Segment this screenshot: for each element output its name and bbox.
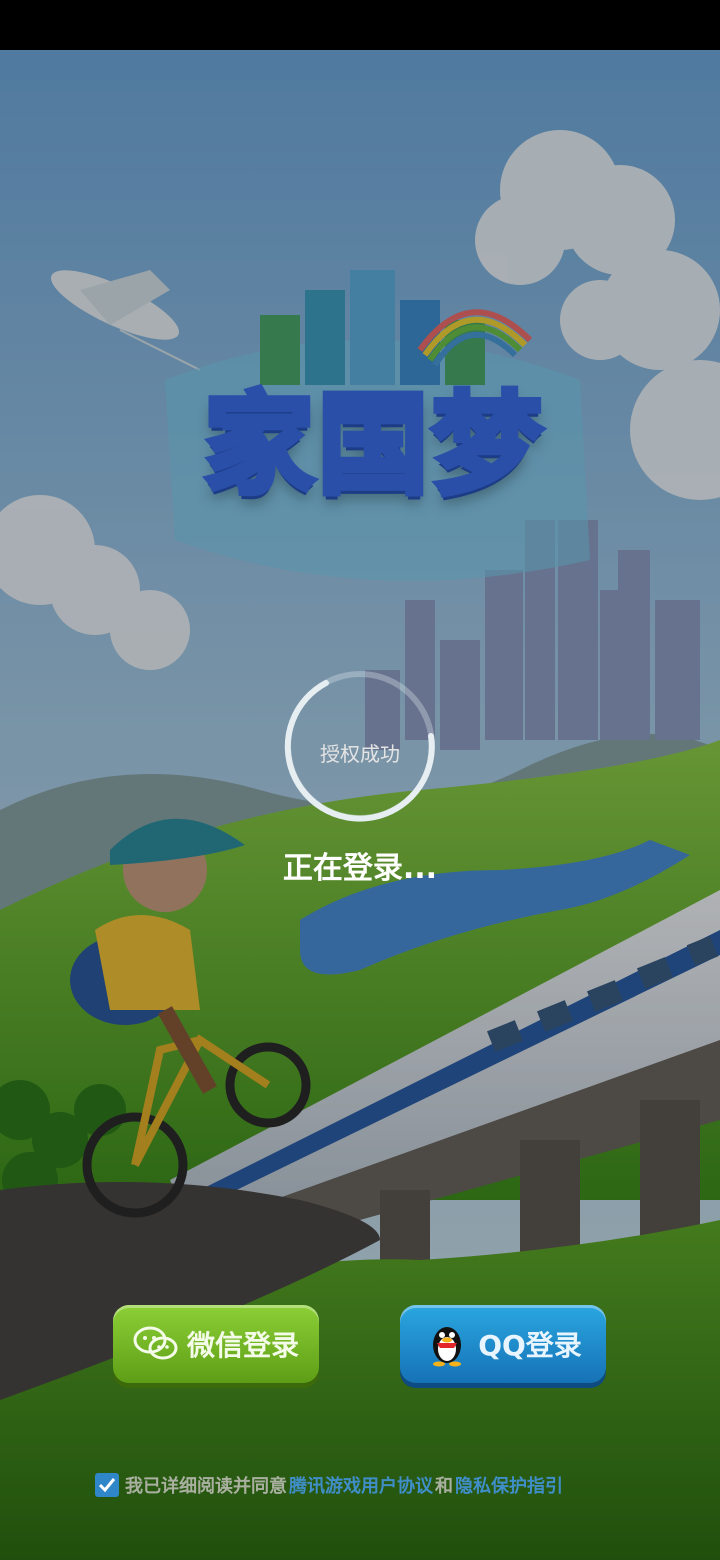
wechat-icon — [133, 1321, 179, 1367]
logo-title: 家国梦 — [201, 378, 546, 512]
agreement-prefix: 我已详细阅读并同意 — [125, 1476, 287, 1497]
user-agreement-link[interactable]: 腾讯游戏用户协议 — [289, 1472, 433, 1498]
wechat-login-button[interactable]: 微信登录 — [113, 1305, 319, 1383]
auth-success-text: 授权成功 — [320, 742, 400, 766]
agreement-and: 和 — [435, 1476, 453, 1497]
status-bar — [0, 0, 720, 50]
qq-penguin-icon — [424, 1321, 470, 1367]
qq-login-label: QQ登录 — [478, 1329, 582, 1362]
checkmark-icon — [98, 1478, 116, 1493]
agreement-row: 我已详细阅读并同意 腾讯游戏用户协议 和 隐私保护指引 — [95, 1470, 655, 1500]
wechat-login-label: 微信登录 — [186, 1329, 299, 1362]
agreement-checkbox[interactable] — [95, 1473, 119, 1497]
qq-login-button[interactable]: QQ登录 — [400, 1305, 606, 1383]
game-logo: 家国梦 — [150, 335, 600, 535]
logging-in-text: 正在登录... — [282, 851, 438, 886]
privacy-guide-link[interactable]: 隐私保护指引 — [455, 1472, 563, 1498]
